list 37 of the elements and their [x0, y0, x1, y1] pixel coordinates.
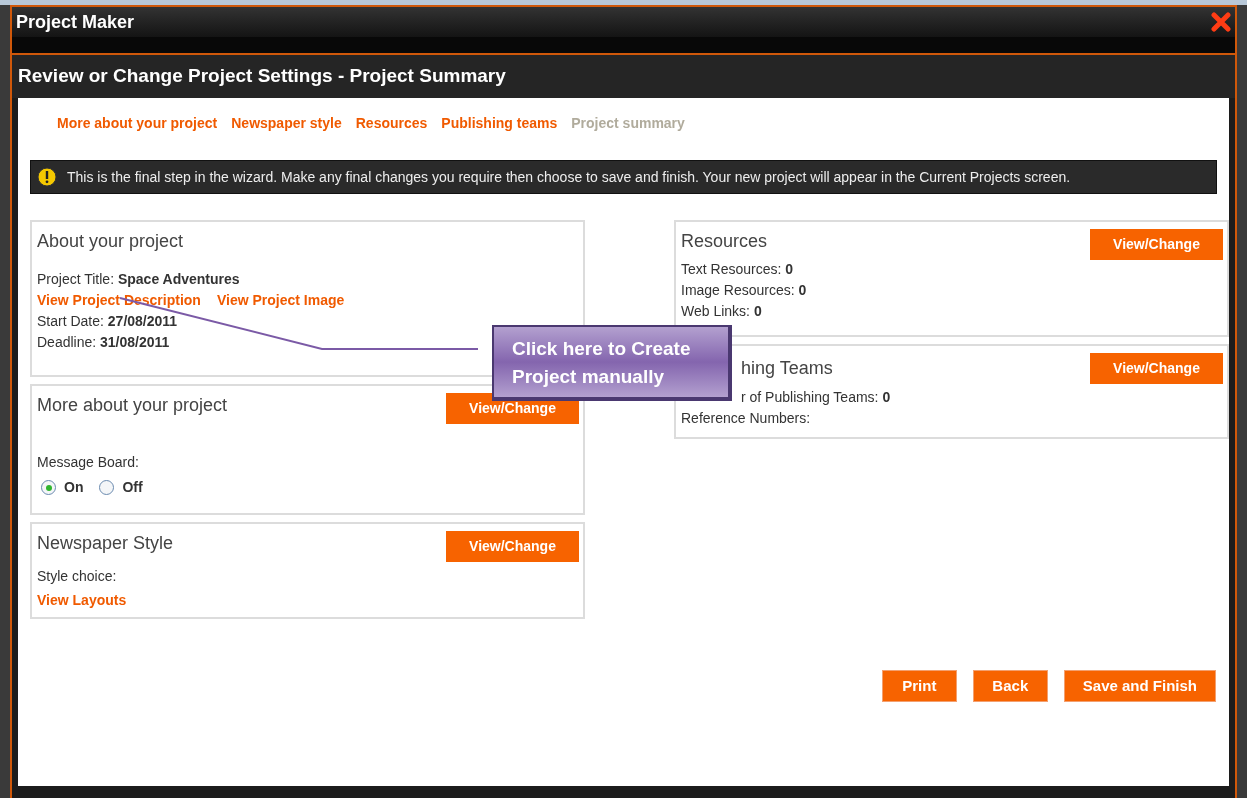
- callout-tooltip: Click here to Create Project manually: [492, 325, 732, 401]
- close-icon[interactable]: [1211, 12, 1231, 32]
- footer-button[interactable]: Save and Finish: [1063, 670, 1216, 702]
- panel-heading: Newspaper Style: [37, 532, 174, 555]
- link[interactable]: View Layouts: [37, 592, 127, 608]
- panel-heading: About your project: [37, 231, 184, 251]
- page-title: Review or Change Project Settings - Project Summary: [18, 64, 506, 89]
- info-line: Start Date: 27/08/2011: [37, 312, 178, 331]
- radio-option[interactable]: Off: [99, 477, 143, 498]
- wizard-step-tab[interactable]: Resources: [355, 113, 428, 160]
- wizard-step-tab[interactable]: Newspaper style: [231, 113, 342, 160]
- footer-button[interactable]: Print: [881, 670, 957, 702]
- view-change-button[interactable]: View/Change: [1090, 229, 1223, 260]
- panel-heading: hing Teams: [741, 357, 833, 380]
- info-line: Project Title: Space Adventures: [37, 270, 240, 289]
- window-title: Project Maker: [16, 10, 135, 34]
- info-line: r of Publishing Teams: 0: [741, 388, 891, 407]
- warning-icon: [37, 167, 57, 187]
- info-line: Image Resources: 0: [681, 281, 807, 300]
- link[interactable]: View Project Image: [216, 290, 345, 311]
- link[interactable]: View Project Description: [37, 290, 201, 311]
- field-label: Style choice:: [37, 568, 117, 584]
- panel-heading: Resources: [681, 230, 768, 253]
- footer-button[interactable]: Back: [972, 670, 1048, 702]
- field-label: Message Board:: [37, 454, 139, 470]
- wizard-step-tab[interactable]: Publishing teams: [441, 113, 558, 160]
- notice-text: This is the final step in the wizard. Make any final changes you require then choose to save and finish. Your new project will appear in the Current Projects screen.: [67, 167, 1071, 187]
- info-line: Reference Numbers:: [681, 409, 811, 428]
- info-line: Web Links: 0: [681, 302, 762, 321]
- wizard-step-tab[interactable]: Project summary: [571, 113, 685, 160]
- view-change-button[interactable]: View/Change: [446, 531, 579, 562]
- info-line: Deadline: 31/08/2011: [37, 333, 170, 352]
- view-change-button[interactable]: View/Change: [1090, 353, 1223, 384]
- wizard-step-tab[interactable]: More about your project: [57, 113, 218, 160]
- panel-heading: More about your project: [37, 394, 228, 417]
- info-line: Text Resources: 0: [681, 260, 794, 279]
- radio-option[interactable]: On: [41, 477, 84, 498]
